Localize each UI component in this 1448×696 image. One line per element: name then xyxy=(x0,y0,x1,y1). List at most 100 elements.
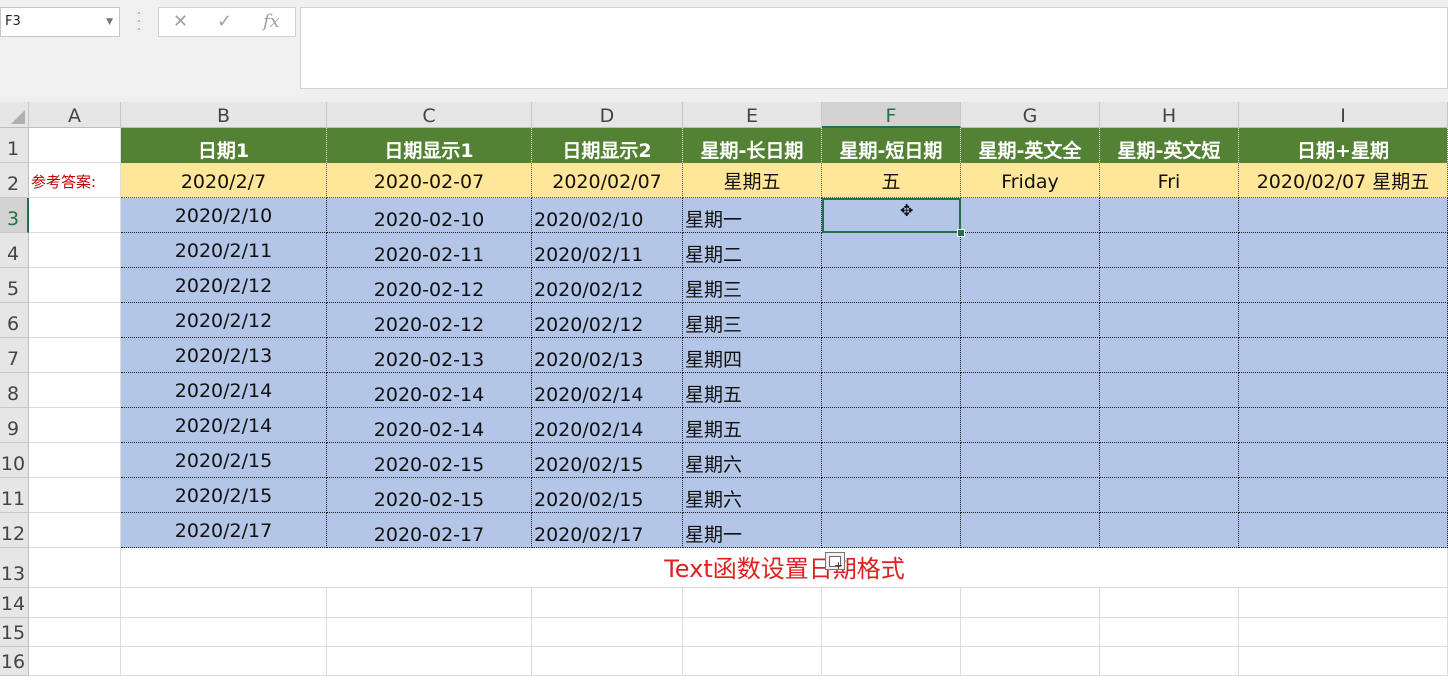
cell-a7[interactable] xyxy=(29,338,121,373)
data-cell-e7[interactable]: 星期四 xyxy=(683,338,822,373)
empty-cell-h8[interactable] xyxy=(1100,373,1239,408)
cell-d14[interactable] xyxy=(532,588,683,618)
data-cell-e3[interactable]: 星期一 xyxy=(683,198,822,233)
data-cell-b6[interactable]: 2020/2/12 xyxy=(121,303,327,338)
cell-a11[interactable] xyxy=(29,478,121,513)
caption-cell[interactable]: Text函数设置日期格式 xyxy=(121,548,1448,588)
data-cell-b7[interactable]: 2020/2/13 xyxy=(121,338,327,373)
answer-cell-d[interactable]: 2020/02/07 xyxy=(532,163,683,198)
empty-cell-g5[interactable] xyxy=(961,268,1100,303)
empty-cell-i11[interactable] xyxy=(1239,478,1448,513)
cell-h16[interactable] xyxy=(1100,647,1239,676)
cell-i14[interactable] xyxy=(1239,588,1448,618)
empty-cell-i9[interactable] xyxy=(1239,408,1448,443)
data-cell-c11[interactable]: 2020-02-15 xyxy=(327,478,532,513)
data-cell-d4[interactable]: 2020/02/11 xyxy=(532,233,683,268)
data-cell-c4[interactable]: 2020-02-11 xyxy=(327,233,532,268)
insert-function-icon[interactable]: fx xyxy=(263,11,280,32)
row-header-14[interactable]: 14 xyxy=(0,588,29,618)
fill-handle[interactable] xyxy=(957,229,965,237)
empty-cell-i12[interactable] xyxy=(1239,513,1448,548)
row-header-1[interactable]: 1 xyxy=(0,128,29,163)
column-header-b[interactable]: B xyxy=(121,102,327,128)
data-cell-b5[interactable]: 2020/2/12 xyxy=(121,268,327,303)
cell-d15[interactable] xyxy=(532,618,683,647)
empty-cell-i7[interactable] xyxy=(1239,338,1448,373)
row-header-15[interactable]: 15 xyxy=(0,618,29,647)
cell-a5[interactable] xyxy=(29,268,121,303)
row-header-6[interactable]: 6 xyxy=(0,303,29,338)
cell-g14[interactable] xyxy=(961,588,1100,618)
cell-b16[interactable] xyxy=(121,647,327,676)
select-all-corner[interactable] xyxy=(0,102,29,128)
empty-cell-g10[interactable] xyxy=(961,443,1100,478)
data-cell-c7[interactable]: 2020-02-13 xyxy=(327,338,532,373)
paste-options-icon[interactable] xyxy=(825,552,845,572)
empty-cell-h6[interactable] xyxy=(1100,303,1239,338)
empty-cell-i4[interactable] xyxy=(1239,233,1448,268)
row-header-10[interactable]: 10 xyxy=(0,443,29,478)
cell-i16[interactable] xyxy=(1239,647,1448,676)
data-cell-d3[interactable]: 2020/02/10 xyxy=(532,198,683,233)
column-header-h[interactable]: H xyxy=(1100,102,1239,128)
data-cell-d8[interactable]: 2020/02/14 xyxy=(532,373,683,408)
empty-cell-f12[interactable] xyxy=(822,513,961,548)
empty-cell-h5[interactable] xyxy=(1100,268,1239,303)
cell-a16[interactable] xyxy=(29,647,121,676)
column-header-i[interactable]: I xyxy=(1239,102,1448,128)
empty-cell-f9[interactable] xyxy=(822,408,961,443)
row-header-11[interactable]: 11 xyxy=(0,478,29,513)
data-cell-c3[interactable]: 2020-02-10 xyxy=(327,198,532,233)
column-header-g[interactable]: G xyxy=(961,102,1100,128)
cell-f15[interactable] xyxy=(822,618,961,647)
row-header-12[interactable]: 12 xyxy=(0,513,29,548)
cell-a15[interactable] xyxy=(29,618,121,647)
cell-a3[interactable] xyxy=(29,198,121,233)
data-cell-c8[interactable]: 2020-02-14 xyxy=(327,373,532,408)
data-cell-b4[interactable]: 2020/2/11 xyxy=(121,233,327,268)
row-header-4[interactable]: 4 xyxy=(0,233,29,268)
empty-cell-g6[interactable] xyxy=(961,303,1100,338)
row-header-5[interactable]: 5 xyxy=(0,268,29,303)
cell-a12[interactable] xyxy=(29,513,121,548)
column-header-d[interactable]: D xyxy=(532,102,683,128)
answer-cell-g[interactable]: Friday xyxy=(961,163,1100,198)
empty-cell-f5[interactable] xyxy=(822,268,961,303)
cell-a14[interactable] xyxy=(29,588,121,618)
empty-cell-f6[interactable] xyxy=(822,303,961,338)
data-cell-e6[interactable]: 星期三 xyxy=(683,303,822,338)
row-header-13[interactable]: 13 xyxy=(0,548,29,588)
data-cell-b3[interactable]: 2020/2/10 xyxy=(121,198,327,233)
column-header-c[interactable]: C xyxy=(327,102,532,128)
empty-cell-h7[interactable] xyxy=(1100,338,1239,373)
empty-cell-f3[interactable] xyxy=(822,198,961,233)
cell-f16[interactable] xyxy=(822,647,961,676)
data-cell-d5[interactable]: 2020/02/12 xyxy=(532,268,683,303)
data-cell-b10[interactable]: 2020/2/15 xyxy=(121,443,327,478)
answer-cell-f[interactable]: 五 xyxy=(822,163,961,198)
cell-i15[interactable] xyxy=(1239,618,1448,647)
data-cell-e9[interactable]: 星期五 xyxy=(683,408,822,443)
data-cell-d6[interactable]: 2020/02/12 xyxy=(532,303,683,338)
cell-b15[interactable] xyxy=(121,618,327,647)
empty-cell-g3[interactable] xyxy=(961,198,1100,233)
row-header-2[interactable]: 2 xyxy=(0,163,29,198)
data-cell-d10[interactable]: 2020/02/15 xyxy=(532,443,683,478)
column-header-f[interactable]: F xyxy=(822,102,961,128)
data-cell-e12[interactable]: 星期一 xyxy=(683,513,822,548)
data-cell-e10[interactable]: 星期六 xyxy=(683,443,822,478)
enter-icon[interactable]: ✓ xyxy=(217,11,232,32)
empty-cell-h9[interactable] xyxy=(1100,408,1239,443)
cell-a4[interactable] xyxy=(29,233,121,268)
empty-cell-h3[interactable] xyxy=(1100,198,1239,233)
empty-cell-g9[interactable] xyxy=(961,408,1100,443)
empty-cell-g8[interactable] xyxy=(961,373,1100,408)
cell-a8[interactable] xyxy=(29,373,121,408)
empty-cell-i6[interactable] xyxy=(1239,303,1448,338)
cell-g16[interactable] xyxy=(961,647,1100,676)
name-box[interactable]: F3 ▼ xyxy=(0,7,120,37)
empty-cell-f10[interactable] xyxy=(822,443,961,478)
empty-cell-f4[interactable] xyxy=(822,233,961,268)
empty-cell-f11[interactable] xyxy=(822,478,961,513)
empty-cell-h12[interactable] xyxy=(1100,513,1239,548)
